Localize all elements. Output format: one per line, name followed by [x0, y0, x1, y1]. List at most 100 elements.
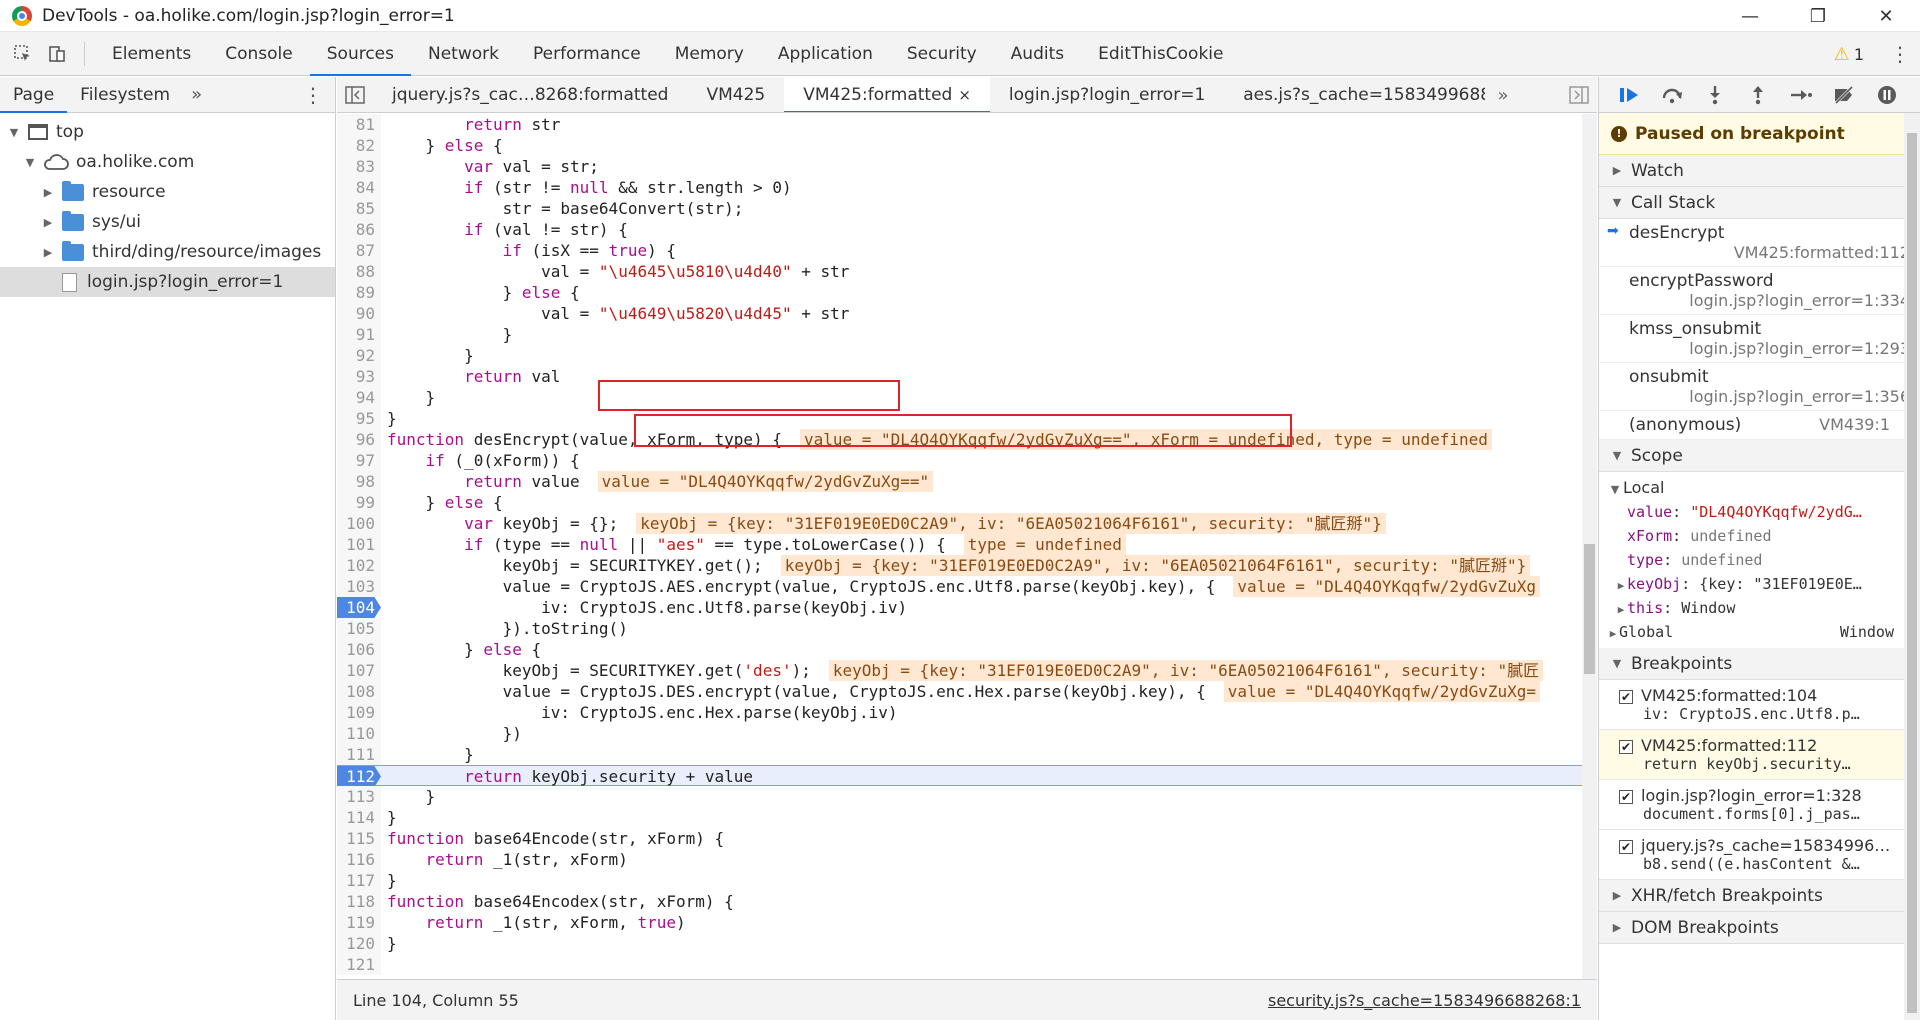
tree-item-folder[interactable]: ▶ sys/ui — [0, 207, 335, 237]
close-tab-icon[interactable]: × — [958, 86, 971, 104]
section-dom-breakpoints[interactable]: ▶ DOM Breakpoints — [1599, 912, 1920, 944]
line-number[interactable]: 116 — [337, 849, 381, 870]
tab-network[interactable]: Network — [411, 32, 516, 76]
scope-var-xform[interactable]: xForm: undefined — [1599, 524, 1920, 548]
line-number[interactable]: 90 — [337, 303, 381, 324]
code-line[interactable]: 104 iv: CryptoJS.enc.Utf8.parse(keyObj.i… — [337, 597, 1582, 618]
customize-menu-icon[interactable]: ⋮ — [1890, 32, 1910, 76]
code-line[interactable]: 102 keyObj = SECURITYKEY.get(); keyObj = … — [337, 555, 1582, 576]
minimize-button[interactable]: — — [1716, 0, 1784, 32]
line-number[interactable]: 96 — [337, 429, 381, 450]
editor-tab-active[interactable]: VM425:formatted × — [784, 77, 990, 112]
breakpoint-checkbox[interactable]: ✔ — [1619, 789, 1633, 804]
line-number[interactable]: 97 — [337, 450, 381, 471]
scope-global-header[interactable]: ▶ Global Window — [1599, 620, 1920, 644]
line-number[interactable]: 92 — [337, 345, 381, 366]
tree-item-file[interactable]: login.jsp?login_error=1 — [0, 267, 335, 297]
code-line[interactable]: 106 } else { — [337, 639, 1582, 660]
toggle-navigator-icon[interactable] — [337, 77, 373, 112]
line-number[interactable]: 105 — [337, 618, 381, 639]
code-line[interactable]: 92 } — [337, 345, 1582, 366]
call-frame[interactable]: onsubmit login.jsp?login_error=1:356 — [1599, 363, 1920, 411]
code-line[interactable]: 94 } — [337, 387, 1582, 408]
code-line[interactable]: 83 var val = str; — [337, 156, 1582, 177]
scope-var-value[interactable]: value: "DL4Q4OYKqqfw/2ydG… — [1599, 500, 1920, 524]
code-line[interactable]: 91 } — [337, 324, 1582, 345]
code-line[interactable]: 114} — [337, 807, 1582, 828]
section-watch[interactable]: ▶ Watch — [1599, 155, 1920, 187]
navigator-menu-icon[interactable]: ⋮ — [303, 77, 323, 113]
code-line[interactable]: 112 return keyObj.security + value — [337, 765, 1582, 787]
code-editor[interactable]: 81 return str 82 } else {83 var val = str… — [337, 114, 1582, 979]
code-line[interactable]: 82 } else { — [337, 135, 1582, 156]
line-number[interactable]: 108 — [337, 681, 381, 702]
scope-var-type[interactable]: type: undefined — [1599, 548, 1920, 572]
more-tabs-icon[interactable]: » — [183, 84, 210, 105]
section-scope[interactable]: ▼ Scope — [1599, 440, 1920, 472]
step-out-button[interactable] — [1736, 77, 1779, 113]
line-number[interactable]: 87 — [337, 240, 381, 261]
code-line[interactable]: 81 return str — [337, 114, 1582, 135]
nav-tab-filesystem[interactable]: Filesystem — [67, 77, 183, 113]
breakpoint-checkbox[interactable]: ✔ — [1619, 839, 1633, 854]
code-line[interactable]: 103 value = CryptoJS.AES.encrypt(value, … — [337, 576, 1582, 597]
collapse-arrow-icon[interactable]: ▶ — [40, 186, 56, 199]
code-line[interactable]: 100 var keyObj = {}; keyObj = {key: "31EF… — [337, 513, 1582, 534]
breakpoint-line-number[interactable]: 104 — [337, 597, 381, 618]
line-number[interactable]: 99 — [337, 492, 381, 513]
toggle-debugger-icon[interactable] — [1561, 77, 1597, 112]
editor-scrollbar[interactable] — [1582, 114, 1597, 979]
line-number[interactable]: 117 — [337, 870, 381, 891]
tab-console[interactable]: Console — [208, 32, 310, 76]
more-tabs-icon[interactable]: » — [1485, 77, 1521, 112]
editor-tab[interactable]: VM425 — [687, 77, 784, 112]
device-toolbar-icon[interactable] — [40, 37, 74, 71]
tree-item-folder[interactable]: ▶ third/ding/resource/images — [0, 237, 335, 267]
line-number[interactable]: 101 — [337, 534, 381, 555]
line-number[interactable]: 109 — [337, 702, 381, 723]
code-line[interactable]: 119 return _1(str, xForm, true) — [337, 912, 1582, 933]
code-line[interactable]: 85 str = base64Convert(str); — [337, 198, 1582, 219]
warning-counter[interactable]: ⚠ 1 — [1834, 32, 1864, 76]
code-line[interactable]: 97 if (_0(xForm)) { — [337, 450, 1582, 471]
call-frame[interactable]: desEncrypt VM425:formatted:112 — [1599, 219, 1920, 267]
line-number[interactable]: 88 — [337, 261, 381, 282]
breakpoint-checkbox[interactable]: ✔ — [1619, 739, 1633, 754]
line-number[interactable]: 110 — [337, 723, 381, 744]
code-line[interactable]: 90 val = "\u4649\u5820\u4d45" + str — [337, 303, 1582, 324]
line-number[interactable]: 93 — [337, 366, 381, 387]
scope-var-this[interactable]: ▶ this: Window — [1599, 596, 1920, 620]
line-number[interactable]: 103 — [337, 576, 381, 597]
code-line[interactable]: 121 — [337, 954, 1582, 975]
editor-tab[interactable]: jquery.js?s_cac…8268:formatted — [373, 77, 687, 112]
call-frame[interactable]: kmss_onsubmit login.jsp?login_error=1:29… — [1599, 315, 1920, 363]
expand-arrow-icon[interactable]: ▼ — [22, 156, 38, 169]
nav-tab-page[interactable]: Page — [0, 77, 68, 113]
deactivate-breakpoints-button[interactable] — [1822, 77, 1865, 113]
code-line[interactable]: 108 value = CryptoJS.DES.encrypt(value, … — [337, 681, 1582, 702]
code-line[interactable]: 116 return _1(str, xForm) — [337, 849, 1582, 870]
tab-security[interactable]: Security — [890, 32, 994, 76]
tree-item-folder[interactable]: ▶ resource — [0, 177, 335, 207]
code-line[interactable]: 110 }) — [337, 723, 1582, 744]
scope-var-keyobj[interactable]: ▶ keyObj: {key: "31EF019E0E… — [1599, 572, 1920, 596]
line-number[interactable]: 82 — [337, 135, 381, 156]
section-breakpoints[interactable]: ▼ Breakpoints — [1599, 648, 1920, 680]
tree-item-top[interactable]: ▼ top — [0, 117, 335, 147]
source-map-link[interactable]: security.js?s_cache=1583496688268:1 — [1268, 991, 1581, 1010]
expand-arrow-icon[interactable]: ▼ — [6, 126, 22, 139]
line-number[interactable]: 86 — [337, 219, 381, 240]
line-number[interactable]: 91 — [337, 324, 381, 345]
debugger-scrollbar[interactable] — [1904, 113, 1920, 1020]
line-number[interactable]: 114 — [337, 807, 381, 828]
line-number[interactable]: 121 — [337, 954, 381, 975]
inspect-element-icon[interactable] — [6, 37, 40, 71]
breakpoint-item[interactable]: ✔ login.jsp?login_error=1:328 document.fo… — [1599, 780, 1920, 830]
breakpoint-item-hit[interactable]: ✔ VM425:formatted:112 return keyObj.secur… — [1599, 730, 1920, 780]
tab-sources[interactable]: Sources — [309, 32, 411, 76]
tab-audits[interactable]: Audits — [994, 32, 1081, 76]
breakpoint-item[interactable]: ✔ jquery.js?s_cache=15834996… b8.send((e.… — [1599, 830, 1920, 880]
section-xhr-breakpoints[interactable]: ▶ XHR/fetch Breakpoints — [1599, 880, 1920, 912]
scope-local-header[interactable]: ▼ Local — [1599, 476, 1920, 500]
code-line[interactable]: 107 keyObj = SECURITYKEY.get('des'); keyO… — [337, 660, 1582, 681]
